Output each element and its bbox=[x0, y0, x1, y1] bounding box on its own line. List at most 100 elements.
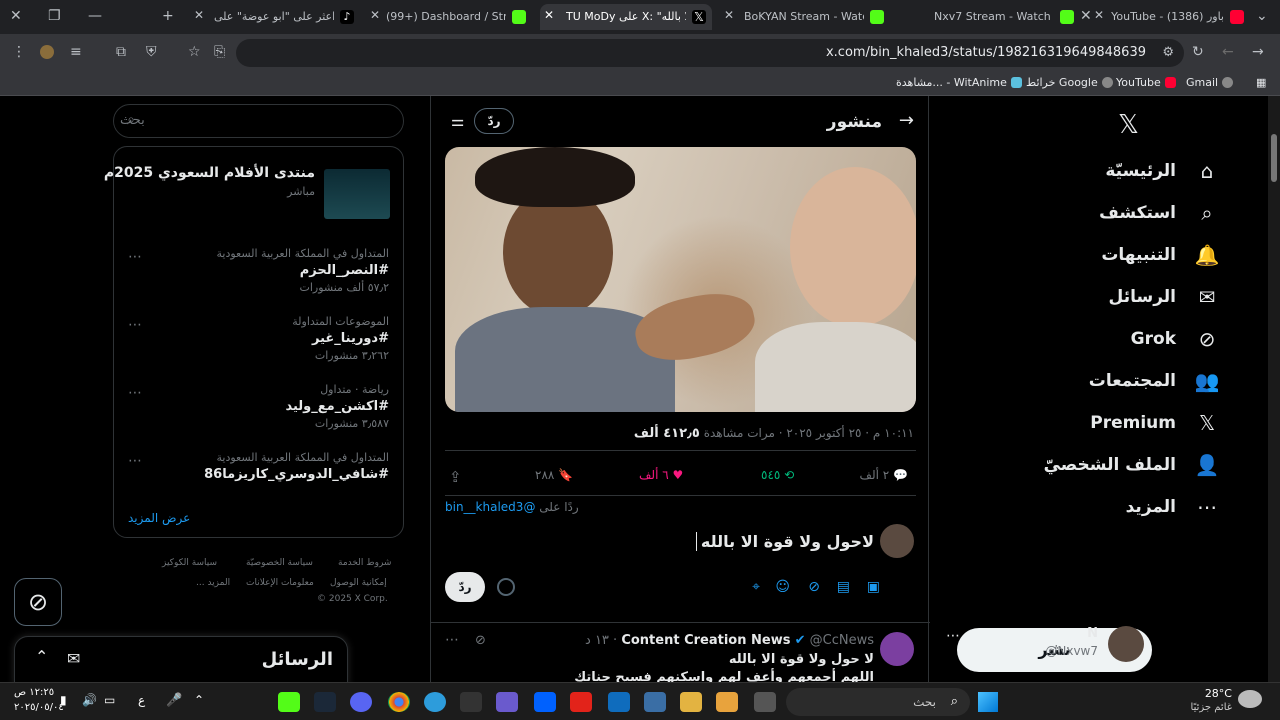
new-message-icon[interactable]: ✉ bbox=[67, 649, 80, 668]
more-dots-icon[interactable]: ⋯ bbox=[946, 628, 960, 644]
anydesk-icon[interactable] bbox=[570, 692, 592, 712]
nav-item-7[interactable]: 👤 الملف الشخصيّ bbox=[1044, 450, 1220, 480]
copilot-icon[interactable] bbox=[716, 692, 738, 712]
post-image[interactable] bbox=[445, 147, 916, 412]
nav-item-6[interactable]: 𝕏 Premium bbox=[1090, 408, 1220, 438]
footer-terms-link[interactable]: شروط الخدمة bbox=[338, 558, 391, 568]
store-icon[interactable] bbox=[644, 692, 666, 712]
epic-games-icon[interactable] bbox=[460, 692, 482, 712]
nav-item-5[interactable]: 👥 المجتمعات bbox=[1089, 366, 1220, 396]
trend-item[interactable]: الموضوعات المتداولة #دورينا_غير ٣٫٢٦٢ منشو… bbox=[292, 315, 389, 362]
like-action[interactable]: ♥ ٦ ألف bbox=[639, 468, 683, 482]
address-bar[interactable]: x.com/bin_khaled3/status/198216319649848… bbox=[236, 39, 1184, 67]
author-name[interactable]: Content Creation News bbox=[621, 633, 790, 648]
grok-icon[interactable]: ⊘ bbox=[475, 633, 486, 648]
footer-more-link[interactable]: ... المزيد bbox=[196, 578, 230, 588]
close-tab-icon[interactable]: ✕ bbox=[370, 8, 380, 22]
task-view-icon[interactable] bbox=[754, 692, 776, 712]
tab-nxv7[interactable]: Nxv7 Stream - Watch Live bbox=[900, 4, 1080, 30]
x-logo-icon[interactable]: 𝕏 bbox=[1118, 110, 1139, 140]
more-dots-icon[interactable]: ⋯ bbox=[128, 317, 142, 333]
close-tab-icon[interactable]: ✕ bbox=[194, 8, 204, 22]
nav-item-1[interactable]: ⌕ استكشف bbox=[1099, 198, 1220, 228]
reply-header-button[interactable]: ردّ bbox=[474, 108, 514, 134]
chrome-icon[interactable] bbox=[388, 692, 410, 712]
kick-app-icon[interactable] bbox=[278, 692, 300, 712]
reply-compose-input[interactable]: لاحول ولا قوة الا بالله bbox=[695, 532, 874, 551]
show-more-link[interactable]: عرض المزيد bbox=[128, 511, 190, 525]
all-bookmarks-icon[interactable]: ▦ bbox=[1256, 76, 1266, 89]
gif-icon[interactable]: ▤ bbox=[837, 579, 850, 595]
install-app-icon[interactable]: ⎘ bbox=[214, 44, 225, 60]
messages-drawer[interactable]: الرسائل ✉ ⌃ bbox=[14, 636, 348, 682]
more-dots-icon[interactable]: ⋯ bbox=[128, 249, 142, 265]
edge-icon[interactable] bbox=[424, 692, 446, 712]
tab-search-icon[interactable]: ⌄ bbox=[1256, 8, 1268, 24]
emoji-icon[interactable]: ☺ bbox=[775, 579, 790, 595]
clock-time[interactable]: ١٢:٢٥ ص bbox=[14, 687, 54, 698]
windows-start-icon[interactable] bbox=[978, 692, 998, 712]
bookmark-star-icon[interactable]: ☆ bbox=[188, 44, 201, 60]
bookmark-witanime[interactable]: مشاهدة... - WitAnime bbox=[896, 76, 1022, 89]
volume-icon[interactable]: 🔊 bbox=[82, 693, 97, 707]
footer-privacy-link[interactable]: سياسة الخصوصيّة bbox=[246, 558, 313, 568]
bookmark-google-maps[interactable]: خرائط Google bbox=[1026, 76, 1113, 89]
grok-floating-icon[interactable]: ⊘ bbox=[14, 578, 62, 626]
trend-item[interactable]: المتداول في المملكة العربية السعودية #شاف… bbox=[204, 451, 389, 485]
media-control-icon[interactable]: ≡ bbox=[70, 44, 82, 60]
input-language[interactable]: ع bbox=[138, 693, 145, 707]
close-tab-icon[interactable]: ✕ bbox=[1080, 8, 1092, 24]
featured-title[interactable]: منتدى الأفلام السعودي 2025م bbox=[104, 165, 315, 181]
dropbox-icon[interactable] bbox=[534, 692, 556, 712]
image-upload-icon[interactable]: ▣ bbox=[867, 579, 880, 595]
more-dots-icon[interactable]: ⋯ bbox=[445, 632, 459, 648]
taskbar-search[interactable]: ⌕ بحث bbox=[786, 688, 970, 716]
back-icon[interactable]: → bbox=[1252, 44, 1264, 60]
grok-icon[interactable]: ⊘ bbox=[808, 579, 820, 595]
footer-ads-info-link[interactable]: معلومات الإعلانات bbox=[246, 578, 314, 588]
close-tab-icon[interactable]: ✕ bbox=[544, 8, 554, 22]
account-switcher[interactable]: N @Nxvw7 ⋯ bbox=[946, 622, 1148, 666]
menu-dots-icon[interactable]: ⋮ bbox=[12, 44, 26, 60]
visual-studio-icon[interactable] bbox=[496, 692, 518, 712]
nav-item-0[interactable]: ⌂ الرئيسيّة bbox=[1105, 156, 1220, 186]
trend-item[interactable]: المتداول في المملكة العربية السعودية #الن… bbox=[216, 247, 389, 294]
footer-cookies-link[interactable]: سياسة الكوكيز bbox=[162, 558, 217, 568]
search-input[interactable]: ⌕ بحث bbox=[113, 104, 404, 138]
clock-date[interactable]: ٢٠٢٥/٠٥/٠٤ bbox=[14, 702, 64, 713]
outlook-icon[interactable] bbox=[608, 692, 630, 712]
show-hidden-icons-icon[interactable]: ⌃ bbox=[194, 693, 204, 707]
bookmark-gmail[interactable]: Gmail bbox=[1186, 76, 1234, 89]
nav-item-4[interactable]: ⊘ Grok bbox=[1131, 324, 1220, 354]
expand-up-icon[interactable]: ⌃ bbox=[35, 647, 48, 666]
extensions-icon[interactable]: ⧉ bbox=[116, 44, 126, 60]
tab-bokyan[interactable]: ✕ BoKYAN Stream - Watch Li bbox=[720, 4, 890, 30]
back-arrow-icon[interactable]: → bbox=[899, 110, 914, 131]
shield-icon[interactable]: ⛨ bbox=[146, 44, 157, 60]
replying-to-handle[interactable]: @bin__khaled3 bbox=[445, 500, 535, 514]
footer-accessibility-link[interactable]: إمكانية الوصول bbox=[330, 578, 387, 588]
new-tab-icon[interactable]: + bbox=[162, 8, 174, 24]
reply-action[interactable]: 💬 ٢ ألف bbox=[860, 468, 908, 482]
forward-icon[interactable]: ← bbox=[1222, 44, 1234, 60]
submit-reply-button[interactable]: ردّ bbox=[445, 572, 485, 602]
location-icon[interactable]: ⌖ bbox=[752, 579, 760, 595]
steam-icon[interactable] bbox=[314, 692, 336, 712]
filter-sliders-icon[interactable]: ⚌ bbox=[451, 112, 464, 130]
tab-youtube[interactable]: ✕ YouTube - باور (1386) bbox=[1090, 4, 1250, 30]
close-tab-icon[interactable]: ✕ bbox=[724, 8, 734, 22]
repost-action[interactable]: ⟲ ٥٤٥ bbox=[761, 468, 794, 482]
restore-window-icon[interactable]: ❐ bbox=[48, 8, 61, 24]
site-settings-icon[interactable]: ⚙ bbox=[1162, 45, 1174, 60]
page-scrollbar[interactable] bbox=[1268, 96, 1280, 682]
reload-icon[interactable]: ↻ bbox=[1192, 44, 1204, 60]
nav-item-2[interactable]: 🔔 التنبيهات bbox=[1101, 240, 1220, 270]
nav-item-8[interactable]: ⋯ المزيد bbox=[1126, 492, 1220, 522]
close-tab-icon[interactable]: ✕ bbox=[1094, 8, 1104, 22]
tab-x-post-active[interactable]: ✕ TU MoDy على X: "قوة الا بالله 𝕏 bbox=[540, 4, 712, 30]
bookmark-action[interactable]: 🔖 ٢٨٨ bbox=[535, 468, 573, 482]
network-icon[interactable]: ▭ bbox=[104, 693, 115, 707]
microphone-icon[interactable]: 🎤 bbox=[166, 693, 182, 708]
profile-avatar-icon[interactable] bbox=[40, 45, 54, 59]
tab-tiktok[interactable]: ✕ اعثر على "ابو عوضة" على ok ♪ bbox=[190, 4, 360, 30]
